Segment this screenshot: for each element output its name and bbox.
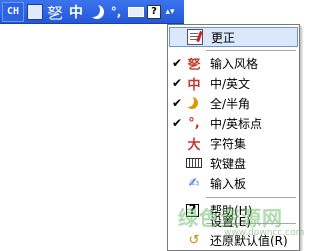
menu-item-label: 输入板: [210, 176, 247, 191]
menu-item-label: 字符集: [210, 136, 247, 151]
moon-icon: [186, 97, 198, 109]
language-indicator[interactable]: CH: [2, 1, 24, 22]
menu-item-label: 中/英文: [210, 76, 251, 91]
keyboard-icon: [186, 158, 202, 168]
restore-icon: ↺: [188, 232, 200, 248]
check-icon: ✔: [171, 96, 183, 110]
half-width-moon-icon[interactable]: [90, 5, 104, 19]
input-pad-icon: ✍: [188, 175, 200, 191]
menu-item-label: 软键盘: [210, 156, 247, 171]
language-bar: CH 㐐 中 °, ? ▴▾: [0, 0, 184, 24]
correct-icon: [187, 29, 203, 45]
menu-item-label: 设置(E): [210, 214, 251, 229]
soft-keyboard-icon[interactable]: [128, 6, 144, 17]
punctuation-icon: °,: [188, 115, 200, 131]
menu-item-label: 更正: [211, 30, 236, 45]
menu-item-full-half-width[interactable]: ✔ 全/半角: [169, 93, 298, 113]
menu-separator: [206, 197, 296, 198]
menu-item-charset[interactable]: 大 字符集: [169, 133, 298, 153]
menu-item-label: 全/半角: [210, 96, 251, 111]
menu-item-input-style[interactable]: ✔ 㐐 输入风格: [169, 53, 298, 73]
check-icon: ✔: [171, 56, 183, 70]
menu-item-label: 输入风格: [210, 56, 259, 71]
menu-item-settings[interactable]: 设置(E): [169, 211, 298, 231]
menu-item-label: 还原默认值(R): [210, 233, 288, 248]
menu-item-soft-keyboard[interactable]: 软键盘: [169, 153, 298, 173]
chinese-mode-icon[interactable]: 中: [67, 2, 85, 22]
menu-item-input-pad[interactable]: ✍ 输入板: [169, 173, 298, 193]
input-style-icon[interactable]: 㐐: [46, 2, 64, 23]
menu-item-punctuation[interactable]: ✔ °, 中/英标点: [169, 113, 298, 133]
ime-options-menu: 更正 ✔ 㐐 输入风格 ✔ 中 中/英文 ✔ 全/半角 ✔ °, 中/英标点 大…: [167, 24, 300, 251]
help-icon[interactable]: ?: [147, 4, 161, 19]
input-style-icon: 㐐: [187, 57, 201, 73]
menu-separator: [206, 50, 296, 51]
check-icon: ✔: [171, 76, 183, 90]
menu-item-chinese-english[interactable]: ✔ 中 中/英文: [169, 73, 298, 93]
check-icon: ✔: [171, 116, 183, 130]
charset-icon: 大: [187, 137, 201, 153]
options-arrow-icon[interactable]: ▴▾: [164, 2, 176, 22]
menu-item-label: 中/英标点: [210, 116, 263, 131]
chinese-english-icon: 中: [187, 77, 201, 93]
punctuation-icon[interactable]: °,: [107, 2, 125, 22]
ime-icon[interactable]: [27, 3, 43, 20]
menu-item-correct[interactable]: 更正: [169, 27, 298, 47]
menu-item-restore-defaults[interactable]: ↺ 还原默认值(R): [169, 230, 298, 250]
